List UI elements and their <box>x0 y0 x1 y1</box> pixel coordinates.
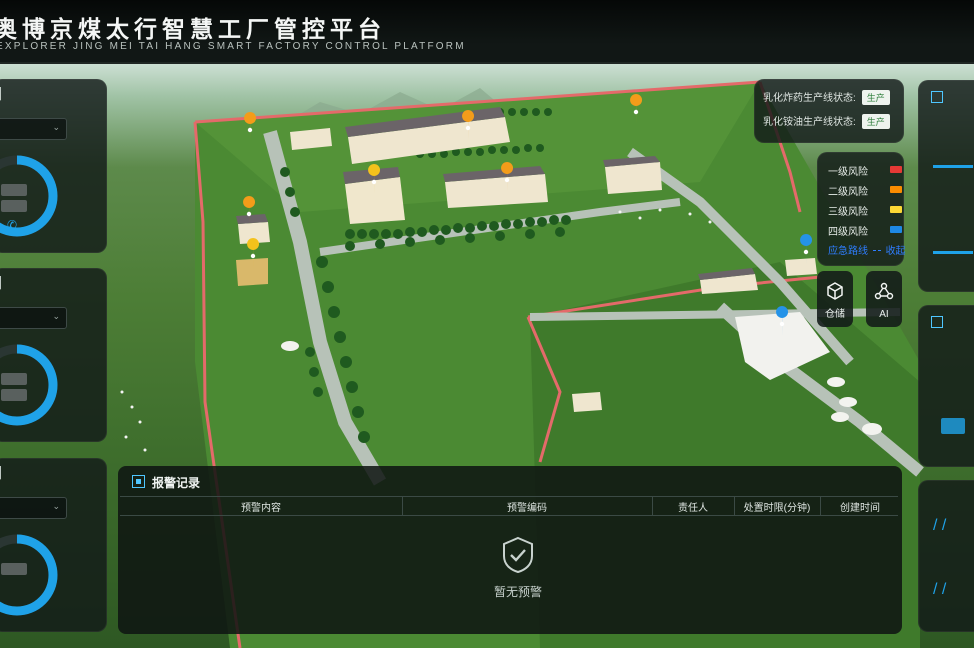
legend-item-level-3: 三级风险 <box>828 203 902 218</box>
gauge-value-block <box>1 373 27 385</box>
empty-state: 暂无预警 <box>478 536 558 600</box>
status-badge: 生产 <box>861 90 890 105</box>
collapse-toggle[interactable]: 收起 <box>886 246 906 257</box>
device-icon <box>941 418 965 434</box>
emergency-route-label[interactable]: 应急路线 <box>828 246 868 257</box>
left-panel-1-title: ▌ <box>0 88 5 100</box>
warehouse-button-label: 仓储 <box>825 309 845 320</box>
left-panel-1: ▌ ⌄ ✆ <box>0 79 107 253</box>
left-panel-2: ▌ ⌄ <box>0 268 107 442</box>
page-subtitle: EXPLORER JING MEI TAI HANG SMART FACTORY… <box>0 41 466 52</box>
status-row-emulsion-anfo: 乳化铵油生产线状态: 生产 <box>763 113 890 129</box>
left-gauge-2 <box>0 344 58 426</box>
ai-button[interactable]: AI <box>866 271 902 327</box>
ai-network-icon <box>874 282 894 300</box>
empty-state-text: 暂无预警 <box>493 585 542 599</box>
alarm-panel-header: 报警记录 <box>132 474 200 491</box>
status-badge: 生产 <box>861 114 890 129</box>
gauge-value-block <box>1 184 27 196</box>
gauge-value-block <box>1 389 27 401</box>
status-label: 乳化炸药生产线状态: <box>763 93 856 104</box>
status-label: 乳化铵油生产线状态: <box>763 117 856 128</box>
gauge-value-block <box>1 563 27 575</box>
left-panel-3-select[interactable]: ⌄ <box>0 497 67 519</box>
panel-header-icon <box>931 316 943 328</box>
slash-separator: / / <box>933 581 947 598</box>
legend-label: 三级风险 <box>828 207 868 218</box>
risk-legend-panel: 一级风险 二级风险 三级风险 四级风险 应急路线 收起 <box>817 152 906 266</box>
right-panel-2 <box>918 305 974 467</box>
alarm-panel-title: 报警记录 <box>152 476 201 490</box>
left-panel-3-title: ▌ <box>0 467 5 479</box>
alarm-record-panel: 报警记录 预警内容 预警编码 责任人 处置时限(分钟) 创建时间 暂无预警 <box>118 466 902 634</box>
legend-label: 二级风险 <box>828 187 868 198</box>
legend-swatch <box>890 166 902 173</box>
chevron-down-icon: ⌄ <box>52 311 60 321</box>
legend-item-level-1: 一级风险 <box>828 163 902 178</box>
production-status-panel: 乳化炸药生产线状态: 生产 乳化铵油生产线状态: 生产 <box>754 79 904 143</box>
panel-header-icon <box>931 91 943 103</box>
column-header-code: 预警编码 <box>507 503 547 514</box>
chevron-down-icon: ⌄ <box>52 501 60 511</box>
chevron-down-icon: ⌄ <box>52 122 60 132</box>
left-panel-2-title: ▌ <box>0 277 5 289</box>
left-panel-3: ▌ ⌄ <box>0 458 107 632</box>
legend-label: 一级风险 <box>828 167 868 178</box>
legend-label: 四级风险 <box>828 227 868 238</box>
page-title: 奥博京煤太行智慧工厂管控平台 <box>0 16 386 42</box>
emergency-route-row[interactable]: 应急路线 收起 <box>828 242 906 257</box>
legend-swatch <box>890 186 902 193</box>
slash-separator: / / <box>933 517 947 534</box>
gauge-value-block <box>1 200 27 212</box>
left-gauge-3 <box>0 534 58 616</box>
right-panel-3: / / / / <box>918 480 974 632</box>
legend-swatch <box>890 226 902 233</box>
panel-header-icon <box>132 475 145 488</box>
column-header-deadline: 处置时限(分钟) <box>743 503 811 514</box>
left-panel-1-select[interactable]: ⌄ <box>0 118 67 140</box>
column-header-created: 创建时间 <box>840 503 880 514</box>
bar-indicator <box>933 251 973 254</box>
route-line-icon <box>872 250 881 251</box>
left-panel-2-select[interactable]: ⌄ <box>0 307 67 329</box>
phone-icon: ✆ <box>7 218 18 232</box>
shield-check-icon <box>503 536 533 574</box>
warehouse-button[interactable]: 仓储 <box>817 271 853 327</box>
top-header: 奥博京煤太行智慧工厂管控平台 EXPLORER JING MEI TAI HAN… <box>0 0 974 64</box>
legend-item-level-2: 二级风险 <box>828 183 902 198</box>
column-header-content: 预警内容 <box>241 503 281 514</box>
legend-item-level-4: 四级风险 <box>828 223 902 238</box>
bar-indicator <box>933 165 973 168</box>
ai-button-label: AI <box>879 309 889 320</box>
status-row-emulsion-explosive: 乳化炸药生产线状态: 生产 <box>763 89 890 105</box>
column-header-owner: 责任人 <box>678 503 708 514</box>
warehouse-cube-icon <box>827 282 843 300</box>
right-panel-1 <box>918 80 974 292</box>
alarm-table-header: 预警内容 预警编码 责任人 处置时限(分钟) 创建时间 <box>120 496 898 516</box>
legend-swatch <box>890 206 902 213</box>
